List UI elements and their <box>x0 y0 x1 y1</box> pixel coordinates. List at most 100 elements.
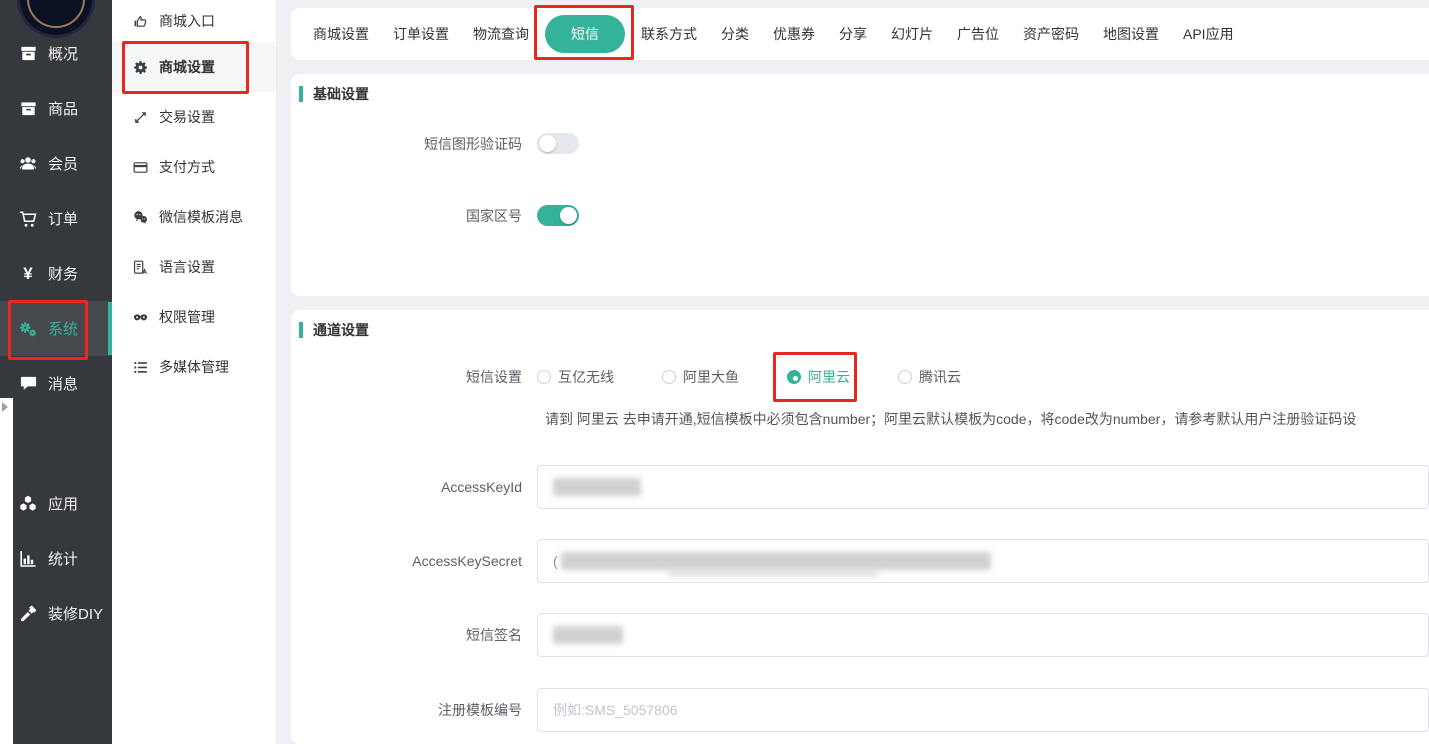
submenu-item-label: 多媒体管理 <box>159 357 229 377</box>
finance-yen-icon: ¥ <box>18 264 38 284</box>
exchange-arrows-icon <box>132 109 149 126</box>
redacted-value-line2 <box>668 569 878 577</box>
orders-cart-icon <box>18 209 38 229</box>
submenu-item-mall-entry[interactable]: 商城入口 <box>112 0 276 42</box>
register-template-input[interactable] <box>553 702 1353 718</box>
list-icon <box>132 359 149 376</box>
tab-coupon[interactable]: 优惠券 <box>761 24 827 44</box>
submenu-item-label: 语言设置 <box>159 257 215 277</box>
tab-slideshow[interactable]: 幻灯片 <box>879 24 945 44</box>
sidebar-item-orders[interactable]: 订单 <box>0 191 112 246</box>
app-root: 概况 商品 会员 订单 ¥ 财务 <box>0 0 1429 744</box>
sms-signature-input[interactable] <box>537 613 1429 657</box>
accesskeyid-row: AccessKeyId <box>291 465 1429 509</box>
section-title-basic: 基础设置 <box>299 84 369 104</box>
submenu-item-label: 商城入口 <box>159 11 215 31</box>
aliyun-help-text: 请到 阿里云 去申请开通,短信模板中必须包含number；阿里云默认模板为cod… <box>545 409 1356 429</box>
submenu-item-permissions[interactable]: 权限管理 <box>112 292 276 342</box>
sidebar-item-diy[interactable]: 装修DIY <box>0 586 112 641</box>
mask-icon <box>132 309 149 326</box>
sms-captcha-row: 短信图形验证码 <box>291 133 1429 154</box>
field-label: AccessKeyId <box>291 479 522 495</box>
radio-circle-icon <box>898 370 912 384</box>
sidebar-item-apps[interactable]: 应用 <box>0 476 112 531</box>
radio-tencent-cloud[interactable]: 腾讯云 <box>898 367 961 387</box>
sidebar-item-goods[interactable]: 商品 <box>0 81 112 136</box>
sidebar-item-stats[interactable]: 统计 <box>0 531 112 586</box>
field-label: AccessKeySecret <box>291 553 522 569</box>
radio-label: 阿里大鱼 <box>683 367 739 387</box>
accesskeyid-input[interactable] <box>537 465 1429 509</box>
radio-circle-icon <box>787 370 801 384</box>
submenu-item-wechat-template[interactable]: 微信模板消息 <box>112 192 276 242</box>
submenu-item-label: 支付方式 <box>159 157 215 177</box>
accesskeysecret-input[interactable]: ( <box>537 539 1429 583</box>
diy-hammer-icon <box>18 604 38 624</box>
tab-category[interactable]: 分类 <box>709 24 761 44</box>
radio-label: 互亿无线 <box>558 367 614 387</box>
language-icon <box>132 259 149 276</box>
sidebar-item-label: 会员 <box>48 153 78 174</box>
tab-contact[interactable]: 联系方式 <box>629 24 709 44</box>
section-title-text: 基础设置 <box>313 84 369 104</box>
sidebar-item-label: 装修DIY <box>48 603 103 624</box>
sms-provider-radio-group: 互亿无线 阿里大鱼 阿里云 腾讯云 <box>537 367 961 387</box>
sidebar-item-members[interactable]: 会员 <box>0 136 112 191</box>
radio-ali-dayu[interactable]: 阿里大鱼 <box>662 367 739 387</box>
submenu-item-trade-settings[interactable]: 交易设置 <box>112 92 276 142</box>
tab-api-app[interactable]: API应用 <box>1171 24 1246 44</box>
sidebar-item-label: 订单 <box>48 208 78 229</box>
sms-captcha-toggle[interactable] <box>537 133 579 154</box>
tab-share[interactable]: 分享 <box>827 24 879 44</box>
expand-arrow-icon <box>2 402 8 412</box>
sms-provider-row: 短信设置 互亿无线 阿里大鱼 阿里云 <box>291 367 1429 387</box>
sms-signature-row: 短信签名 <box>291 613 1429 657</box>
submenu-item-mall-settings[interactable]: 商城设置 <box>112 42 276 92</box>
gear-icon <box>132 59 149 76</box>
sidebar-spacer <box>0 411 112 476</box>
field-label: 注册模板编号 <box>291 700 522 720</box>
tab-map-settings[interactable]: 地图设置 <box>1091 24 1171 44</box>
sidebar-item-system[interactable]: 系统 <box>0 301 112 356</box>
toggle-knob <box>539 135 556 152</box>
system-gears-icon <box>18 319 38 339</box>
collapse-handle[interactable] <box>0 398 13 744</box>
sidebar-item-label: 消息 <box>48 373 78 394</box>
goods-box-icon <box>18 99 38 119</box>
field-label: 短信图形验证码 <box>291 134 522 154</box>
tab-mall-settings[interactable]: 商城设置 <box>301 24 381 44</box>
tab-order-settings[interactable]: 订单设置 <box>381 24 461 44</box>
register-template-row: 注册模板编号 <box>291 688 1429 732</box>
stats-chart-icon <box>18 549 38 569</box>
tab-ad-slot[interactable]: 广告位 <box>945 24 1011 44</box>
main-content: 商城设置 订单设置 物流查询 短信 联系方式 分类 优惠券 分享 幻灯片 广告位… <box>277 0 1429 744</box>
basic-settings-card: 基础设置 短信图形验证码 国家区号 <box>291 74 1429 296</box>
sidebar-item-finance[interactable]: ¥ 财务 <box>0 246 112 301</box>
wechat-icon <box>132 209 149 226</box>
tab-sms[interactable]: 短信 <box>545 15 625 53</box>
register-template-input-wrap[interactable] <box>537 688 1429 732</box>
submenu-item-media-manager[interactable]: 多媒体管理 <box>112 342 276 392</box>
sidebar-item-label: 应用 <box>48 493 78 514</box>
redacted-prefix: ( <box>553 553 558 569</box>
sidebar-item-messages[interactable]: 消息 <box>0 356 112 411</box>
country-code-toggle[interactable] <box>537 205 579 226</box>
field-label: 国家区号 <box>291 206 522 226</box>
redacted-value <box>553 478 641 496</box>
radio-aliyun[interactable]: 阿里云 <box>787 367 850 387</box>
country-code-row: 国家区号 <box>291 205 1429 226</box>
submenu-item-payment-methods[interactable]: 支付方式 <box>112 142 276 192</box>
settings-tabbar: 商城设置 订单设置 物流查询 短信 联系方式 分类 优惠券 分享 幻灯片 广告位… <box>291 8 1429 60</box>
sidebar-item-overview[interactable]: 概况 <box>0 26 112 81</box>
overview-box-icon <box>18 44 38 64</box>
tab-logistics-query[interactable]: 物流查询 <box>461 24 541 44</box>
field-label: 短信签名 <box>291 625 522 645</box>
tab-asset-password[interactable]: 资产密码 <box>1011 24 1091 44</box>
radio-label: 腾讯云 <box>919 367 961 387</box>
submenu-item-language-settings[interactable]: 语言设置 <box>112 242 276 292</box>
sidebar-item-label: 统计 <box>48 548 78 569</box>
radio-huyi-wireless[interactable]: 互亿无线 <box>537 367 614 387</box>
toggle-knob <box>560 207 577 224</box>
title-accent-bar <box>299 86 303 102</box>
settings-submenu: 商城入口 商城设置 交易设置 支付方式 微信模板消息 <box>112 0 277 744</box>
